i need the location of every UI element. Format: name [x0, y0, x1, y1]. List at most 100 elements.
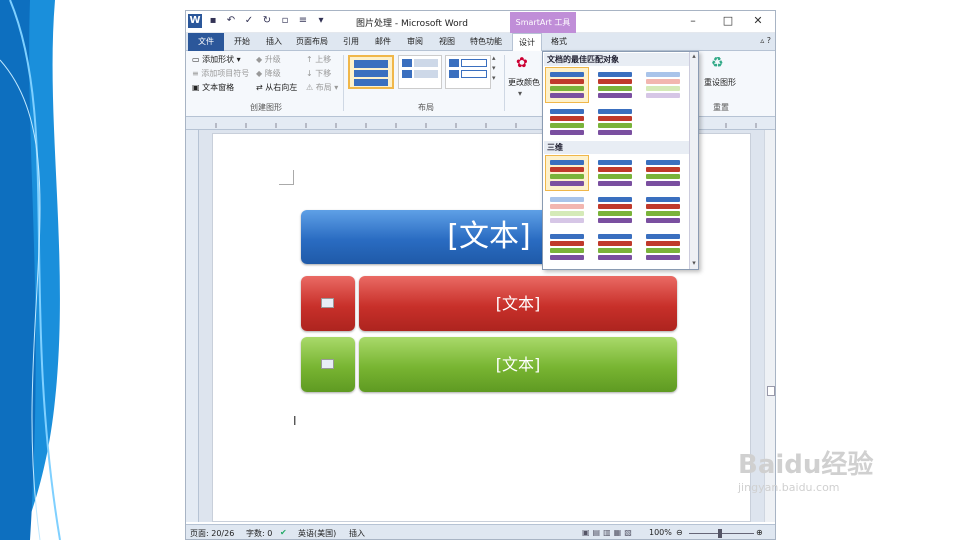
- layout-thumb-2[interactable]: [398, 55, 442, 89]
- scroll-up-icon[interactable]: ▴: [690, 52, 698, 60]
- change-colors-dropdown-icon[interactable]: ▾: [518, 89, 522, 98]
- tab-design[interactable]: 设计: [512, 33, 542, 51]
- quick-access-toolbar: W ▪ ↶ ✓ ↻ ▫ ≡ ▾: [188, 14, 328, 28]
- insert-mode[interactable]: 插入: [349, 528, 365, 539]
- add-shape-button[interactable]: ▭ 添加形状 ▾: [192, 54, 241, 65]
- tab-page-layout[interactable]: 页面布局: [292, 33, 332, 51]
- color-option[interactable]: [593, 155, 637, 191]
- demote-icon: ◆: [256, 69, 265, 78]
- vertical-ruler: [186, 130, 199, 522]
- language[interactable]: 英语(美国): [298, 528, 336, 539]
- color-option[interactable]: [641, 67, 685, 103]
- color-gallery-dropdown: 文档的最佳匹配对象 三维 ▴ ▾: [542, 51, 699, 270]
- word-count[interactable]: 字数: 0: [246, 528, 272, 539]
- reset-graphic-button[interactable]: 重设图形: [704, 77, 736, 88]
- color-option[interactable]: [641, 192, 685, 228]
- rtl-button[interactable]: ⇄ 从右向左: [256, 82, 297, 93]
- color-option[interactable]: [593, 229, 637, 265]
- layout-thumb-bar: [402, 70, 412, 78]
- group-label-create: 创建图形: [250, 103, 282, 112]
- watermark-url: jingyan.baidu.com: [738, 481, 840, 494]
- text-pane-button[interactable]: ▣ 文本窗格: [192, 82, 234, 93]
- color-option[interactable]: [545, 229, 589, 265]
- gallery-scrollbar[interactable]: ▴ ▾: [689, 52, 698, 269]
- new-doc-icon[interactable]: ▫: [278, 14, 292, 28]
- color-option[interactable]: [641, 155, 685, 191]
- tab-format[interactable]: 格式: [544, 33, 574, 51]
- undo-icon[interactable]: ↶: [224, 14, 238, 28]
- table-icon[interactable]: ≡: [296, 14, 310, 28]
- color-option[interactable]: [545, 104, 589, 140]
- layout-button[interactable]: ⚠ 布局 ▾: [306, 82, 338, 93]
- maximize-icon[interactable]: □: [721, 14, 735, 27]
- tab-references[interactable]: 引用: [337, 33, 365, 51]
- brush-icon[interactable]: ✓: [242, 14, 256, 28]
- save-icon[interactable]: ▪: [206, 14, 220, 28]
- color-option[interactable]: [593, 192, 637, 228]
- layout-thumb-bar: [461, 59, 487, 67]
- page-count[interactable]: 页面: 20/26: [190, 528, 234, 539]
- smartart-red-image-block[interactable]: [301, 276, 355, 331]
- layout-thumb-bar: [461, 70, 487, 78]
- scroll-down-icon[interactable]: ▾: [690, 259, 698, 267]
- tab-home[interactable]: 开始: [228, 33, 256, 51]
- zoom-in-icon[interactable]: ⊕: [756, 528, 763, 537]
- layout-icon: ⚠: [306, 83, 316, 92]
- smartart-green-image-block[interactable]: [301, 337, 355, 392]
- color-option[interactable]: [593, 67, 637, 103]
- move-up-icon: ↑: [306, 55, 316, 64]
- change-colors-button[interactable]: 更改颜色: [508, 77, 540, 88]
- palette-icon: ✿: [516, 55, 528, 71]
- zoom-level[interactable]: 100%: [649, 528, 672, 537]
- view-buttons-icon[interactable]: ▣▤▥▦▧: [582, 528, 635, 537]
- proofing-icon[interactable]: ✔: [280, 528, 287, 537]
- tab-review[interactable]: 审阅: [401, 33, 429, 51]
- margin-mark: [279, 170, 294, 185]
- qat-dropdown-icon[interactable]: ▾: [314, 14, 328, 28]
- tab-mailings[interactable]: 邮件: [369, 33, 397, 51]
- ribbon-separator: [343, 55, 344, 111]
- demote-button[interactable]: ◆ 降级: [256, 68, 281, 79]
- close-icon[interactable]: ✕: [751, 14, 765, 27]
- tab-insert[interactable]: 插入: [260, 33, 288, 51]
- tab-view[interactable]: 视图: [433, 33, 461, 51]
- promote-button[interactable]: ◆ 升级: [256, 54, 281, 65]
- image-placeholder-icon[interactable]: [321, 298, 334, 308]
- status-bar: 页面: 20/26 字数: 0 ✔ 英语(美国) 插入 ▣▤▥▦▧ 100% ⊖…: [186, 524, 775, 539]
- bullet-icon: ≡: [192, 69, 202, 78]
- add-bullet-button[interactable]: ≡ 添加项目符号: [192, 68, 249, 79]
- reset-graphic-icon: ♻: [711, 55, 724, 71]
- move-up-button[interactable]: ↑ 上移: [306, 54, 331, 65]
- image-placeholder-icon[interactable]: [321, 359, 334, 369]
- color-option[interactable]: [545, 192, 589, 228]
- color-option[interactable]: [545, 155, 589, 191]
- word-logo-icon[interactable]: W: [188, 14, 202, 28]
- smartart-red-text-block[interactable]: [文本]: [359, 276, 677, 331]
- zoom-out-icon[interactable]: ⊖: [676, 528, 683, 537]
- redo-icon[interactable]: ↻: [260, 14, 274, 28]
- color-option[interactable]: [641, 229, 685, 265]
- move-down-icon: ↓: [306, 69, 316, 78]
- gallery-scroll-icon[interactable]: ▴ ▾ ▾: [492, 53, 496, 83]
- layout-thumb-bar: [354, 79, 388, 86]
- layout-thumb-3[interactable]: [445, 55, 491, 89]
- smartart-tools-header: SmartArt 工具: [510, 12, 576, 33]
- color-option[interactable]: [593, 104, 637, 140]
- layout-thumb-bar: [449, 59, 459, 67]
- tab-file[interactable]: 文件: [188, 33, 224, 51]
- add-shape-icon: ▭: [192, 55, 203, 64]
- smartart-green-text-block[interactable]: [文本]: [359, 337, 677, 392]
- color-option[interactable]: [545, 67, 589, 103]
- tab-special[interactable]: 特色功能: [466, 33, 506, 51]
- scroll-thumb[interactable]: [767, 386, 775, 396]
- layout-thumb-bar: [414, 59, 438, 67]
- minimize-icon[interactable]: –: [686, 14, 700, 27]
- zoom-slider-thumb[interactable]: [718, 529, 722, 538]
- move-down-button[interactable]: ↓ 下移: [306, 68, 331, 79]
- title-bar: W ▪ ↶ ✓ ↻ ▫ ≡ ▾ 图片处理 - Microsoft Word Sm…: [186, 11, 775, 33]
- help-icon[interactable]: ▵ ?: [760, 36, 771, 45]
- layout-thumb-bar: [354, 60, 388, 68]
- layout-thumb-1[interactable]: [348, 55, 394, 89]
- baidu-watermark: Baidu经验 jingyan.baidu.com: [738, 444, 873, 494]
- layout-thumb-bar: [449, 70, 459, 78]
